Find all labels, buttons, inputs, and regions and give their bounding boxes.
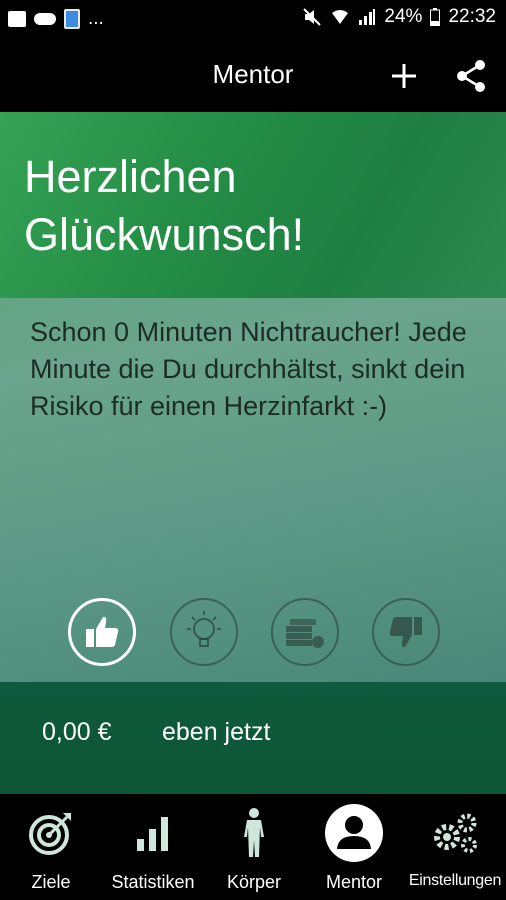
clock: 22:32 bbox=[448, 6, 496, 27]
tip-button[interactable] bbox=[170, 598, 238, 666]
nav-label-einstellungen: Einstellungen bbox=[408, 872, 502, 889]
headline-band: Herzlichen Glückwunsch! bbox=[0, 112, 506, 298]
nav-label-mentor: Mentor bbox=[325, 872, 383, 892]
thumbs-down-icon bbox=[389, 617, 422, 648]
dislike-button[interactable] bbox=[372, 598, 440, 666]
headline: Herzlichen Glückwunsch! bbox=[24, 151, 305, 260]
status-bar: ... 24% 22:32 bbox=[0, 0, 506, 36]
more-notifications: ... bbox=[88, 8, 104, 29]
elapsed-time: eben jetzt bbox=[162, 718, 271, 746]
saved-amount: 0,00 € bbox=[42, 718, 112, 746]
money-icon bbox=[286, 619, 324, 648]
nav-item-koerper[interactable]: Körper bbox=[204, 794, 304, 900]
mentor-avatar-icon bbox=[325, 804, 383, 862]
money-button[interactable] bbox=[271, 598, 339, 666]
nav-item-einstellungen[interactable]: Einstellungen bbox=[404, 794, 506, 900]
cloud-icon bbox=[34, 13, 56, 25]
target-icon bbox=[29, 813, 71, 855]
nav-label-statistiken: Statistiken bbox=[111, 872, 195, 892]
status-bar-right: 24% 22:32 bbox=[302, 6, 496, 28]
mentor-card: Herzlichen Glückwunsch! Schon 0 Minuten … bbox=[0, 112, 506, 794]
signal-icon bbox=[359, 9, 376, 25]
nav-item-ziele[interactable]: Ziele bbox=[0, 794, 102, 900]
page-title: Mentor bbox=[212, 59, 294, 89]
mute-icon bbox=[303, 8, 322, 26]
nav-item-statistiken[interactable]: Statistiken bbox=[102, 794, 204, 900]
app-icon bbox=[64, 9, 80, 29]
like-button[interactable] bbox=[68, 598, 136, 666]
nav-item-mentor[interactable]: Mentor bbox=[304, 794, 404, 900]
lightbulb-icon bbox=[187, 611, 221, 647]
mentor-message: Schon 0 Minuten Nichtraucher! Jede Minut… bbox=[30, 317, 467, 421]
battery-percent: 24% bbox=[384, 6, 423, 27]
wifi-icon bbox=[332, 10, 349, 24]
app-bar: Mentor bbox=[0, 36, 506, 112]
share-icon bbox=[457, 60, 485, 92]
add-button[interactable] bbox=[382, 54, 426, 98]
plus-icon bbox=[392, 64, 416, 88]
share-button[interactable] bbox=[450, 54, 494, 98]
summary-band: 0,00 € eben jetzt bbox=[0, 682, 506, 794]
bar-chart-icon bbox=[137, 817, 168, 851]
gears-icon bbox=[434, 813, 477, 853]
rating-actions bbox=[0, 598, 506, 668]
body-icon bbox=[244, 808, 264, 857]
battery-icon bbox=[430, 8, 441, 26]
nav-label-koerper: Körper bbox=[226, 872, 282, 892]
image-icon bbox=[8, 11, 26, 27]
nav-label-ziele: Ziele bbox=[31, 872, 71, 892]
status-bar-left: ... bbox=[8, 8, 104, 30]
bottom-nav: Ziele Statistiken Körper Mentor Einstell… bbox=[0, 794, 506, 900]
thumbs-up-icon bbox=[86, 616, 119, 647]
